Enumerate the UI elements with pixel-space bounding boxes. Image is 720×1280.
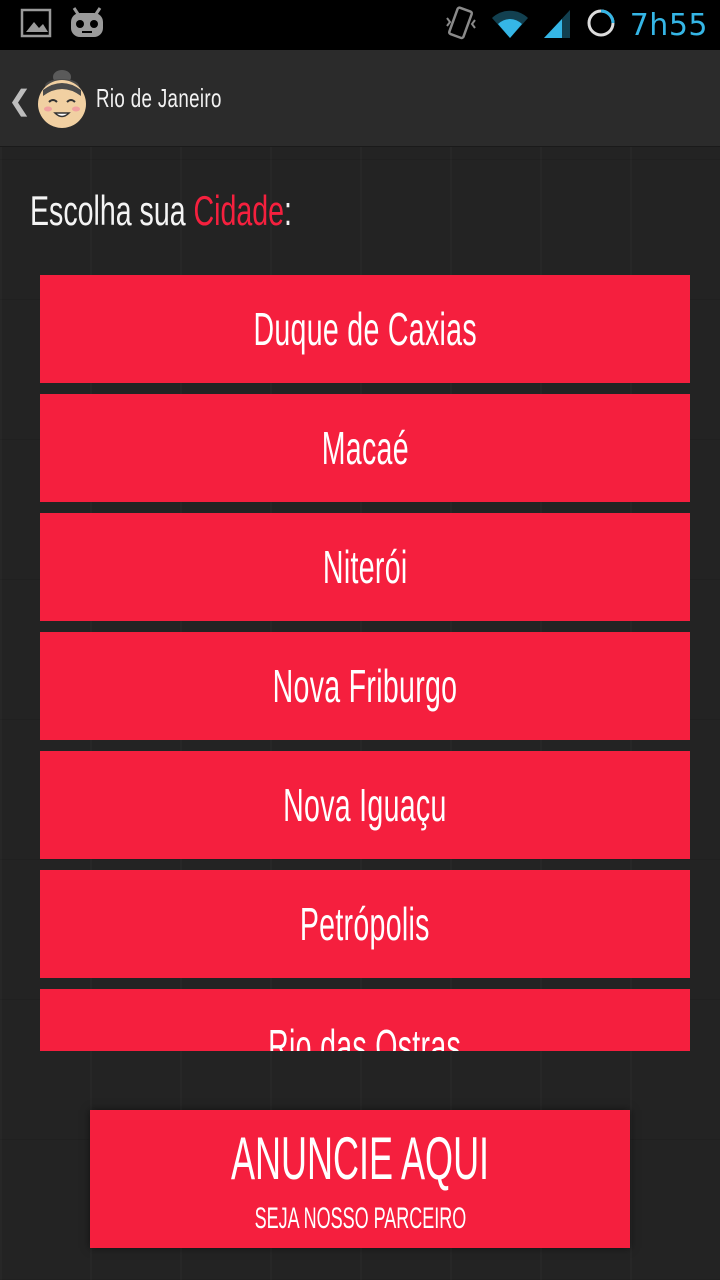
city-button-label: Petrópolis [300,898,430,950]
city-button-duque-de-caxias[interactable]: Duque de Caxias [40,275,690,383]
city-button-nova-iguacu[interactable]: Nova Iguaçu [40,751,690,859]
action-bar: ❮ Rio de Janeiro [0,50,720,147]
ad-subtitle: SEJA NOSSO PARCEIRO [90,1202,630,1236]
heading-accent: Cidade [193,187,285,234]
status-clock: 7h55 [629,8,708,43]
ad-title: ANUNCIE AQUI [90,1124,630,1193]
up-navigation-button[interactable]: ❮ [4,69,92,130]
city-button-niteroi[interactable]: Niterói [40,513,690,621]
city-button-nova-friburgo[interactable]: Nova Friburgo [40,632,690,740]
city-button-rio-das-ostras[interactable]: Rio das Ostras [40,989,690,1051]
status-bar: 7h55 [0,0,720,50]
city-button-label: Macaé [321,422,409,474]
vibrate-icon [444,4,478,47]
ad-subtitle-text: SEJA NOSSO PARCEIRO [254,1202,466,1235]
wifi-icon [490,6,530,45]
main-content: Escolha sua Cidade: Duque de Caxias Maca… [0,147,720,1280]
city-button-label: Nova Friburgo [272,660,458,712]
gallery-notification-icon [20,6,54,45]
city-button-macae[interactable]: Macaé [40,394,690,502]
city-button-label: Nova Iguaçu [283,779,447,831]
heading-suffix: : [284,187,292,234]
city-button-label: Rio das Ostras [268,1020,462,1051]
city-button-petropolis[interactable]: Petrópolis [40,870,690,978]
android-mascot-notification-icon [68,6,106,45]
heading-prefix: Escolha sua [30,187,194,234]
city-button-label: Duque de Caxias [253,303,477,355]
advertise-banner[interactable]: ANUNCIE AQUI SEJA NOSSO PARCEIRO [90,1110,630,1248]
sumo-face-logo-icon [33,66,91,135]
city-list[interactable]: Duque de Caxias Macaé Niterói Nova Fribu… [40,275,690,1051]
ad-title-text: ANUNCIE AQUI [230,1125,490,1192]
chevron-left-icon: ❮ [8,83,32,117]
choose-city-heading: Escolha sua Cidade: [30,187,292,235]
page-title: Rio de Janeiro [96,83,222,113]
cell-signal-icon [542,6,572,45]
sync-progress-icon [584,6,618,45]
city-button-label: Niterói [322,541,408,593]
